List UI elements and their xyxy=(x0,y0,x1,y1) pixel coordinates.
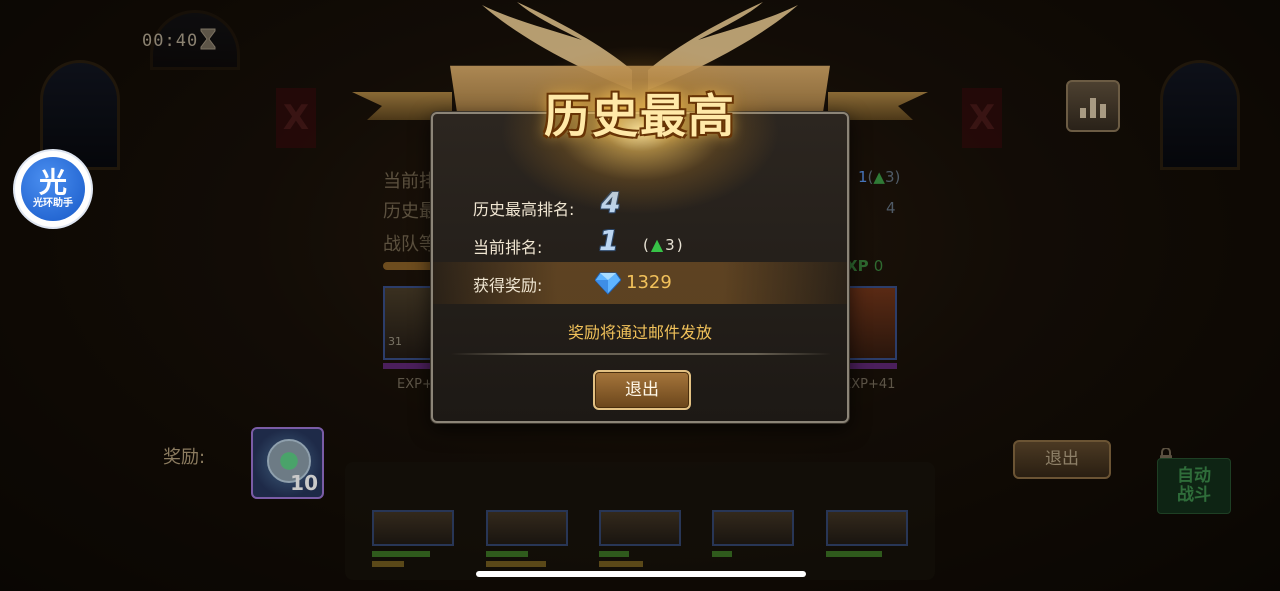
formation-energy-bar xyxy=(372,561,404,567)
reward-label: 获得奖励: xyxy=(473,276,543,295)
reward-row: 获得奖励: 1329 xyxy=(433,262,847,304)
helper-glyph: 光 xyxy=(38,166,67,199)
formation-hero-slot xyxy=(599,510,681,546)
hourglass-icon xyxy=(200,28,216,50)
formation-energy-bar xyxy=(486,561,546,567)
halo-helper-logo: 光 光环助手 xyxy=(21,157,85,221)
formation-energy-bar xyxy=(599,561,643,567)
bg-best-rank-value: 4 xyxy=(886,199,896,217)
formation-hero-slot xyxy=(486,510,568,546)
best-rank-label: 历史最高排名: xyxy=(473,200,575,219)
dialog-title: 历史最高 xyxy=(544,89,736,143)
best-rank-value: 4 xyxy=(601,186,621,219)
mail-delivery-note: 奖励将通过邮件发放 xyxy=(567,323,712,342)
bg-hero-level: 31 xyxy=(388,335,402,348)
reward-item-count: 10 xyxy=(290,471,318,495)
current-rank-label: 当前排名: xyxy=(473,238,543,257)
home-indicator[interactable] xyxy=(476,571,806,577)
bg-best-rank-label: 历史最 xyxy=(383,201,437,222)
reward-section-label: 奖励: xyxy=(163,447,206,468)
current-rank-value: 1 xyxy=(599,224,619,257)
bg-hero-exp-bar xyxy=(845,363,897,369)
formation-hp-bar xyxy=(712,551,732,557)
rank-change-open: ( xyxy=(643,235,649,254)
reward-item-slot[interactable]: 10 xyxy=(251,427,324,499)
halo-helper-button[interactable]: 光 光环助手 xyxy=(15,151,91,227)
rank-change-value: 3 xyxy=(665,235,675,254)
helper-label: 光环助手 xyxy=(33,198,73,209)
up-arrow-icon: ▲ xyxy=(650,235,664,254)
rank-change-close: ) xyxy=(676,235,683,254)
bg-current-rank-value: 1(▲3) xyxy=(858,168,901,186)
auto-battle-label-line1: 自动 xyxy=(1177,466,1211,486)
formation-hp-bar xyxy=(599,551,629,557)
formation-hp-bar xyxy=(486,551,528,557)
bg-hero-portrait-right xyxy=(845,286,897,360)
bg-hero-exp-right: EXP+41 xyxy=(843,377,896,392)
formation-hero-slot xyxy=(712,510,794,546)
dialog-divider xyxy=(451,353,831,355)
stats-button[interactable] xyxy=(1066,80,1120,132)
bg-hero-portrait-left: 31 xyxy=(383,286,435,360)
formation-hp-bar xyxy=(372,551,430,557)
dialog-exit-button[interactable]: 退出 xyxy=(593,370,691,410)
stats-icon xyxy=(1080,108,1086,118)
bg-current-rank-label: 当前排 xyxy=(383,171,437,192)
formation-hero-slot xyxy=(372,510,454,546)
formation-hp-bar xyxy=(826,551,882,557)
gem-icon xyxy=(595,272,621,295)
rank-change: ( ▲ 3 ) xyxy=(643,235,683,254)
reward-gem-amount: 1329 xyxy=(626,272,672,293)
auto-battle-label-line2: 战斗 xyxy=(1177,485,1211,505)
auto-battle-button[interactable]: 自动 战斗 xyxy=(1157,458,1231,514)
bg-team-level-label: 战队等 xyxy=(383,234,437,255)
battle-timer: 00:40 xyxy=(142,31,199,51)
bg-exp-value: XP 0 xyxy=(846,257,884,275)
record-dialog: 历史最高排名: 4 当前排名: 1 ( ▲ 3 ) 获得奖励: 1329 奖励将… xyxy=(431,112,849,423)
bg-hero-exp-bar xyxy=(383,363,435,369)
background-exit-button[interactable]: 退出 xyxy=(1013,440,1111,479)
formation-hero-slot xyxy=(826,510,908,546)
